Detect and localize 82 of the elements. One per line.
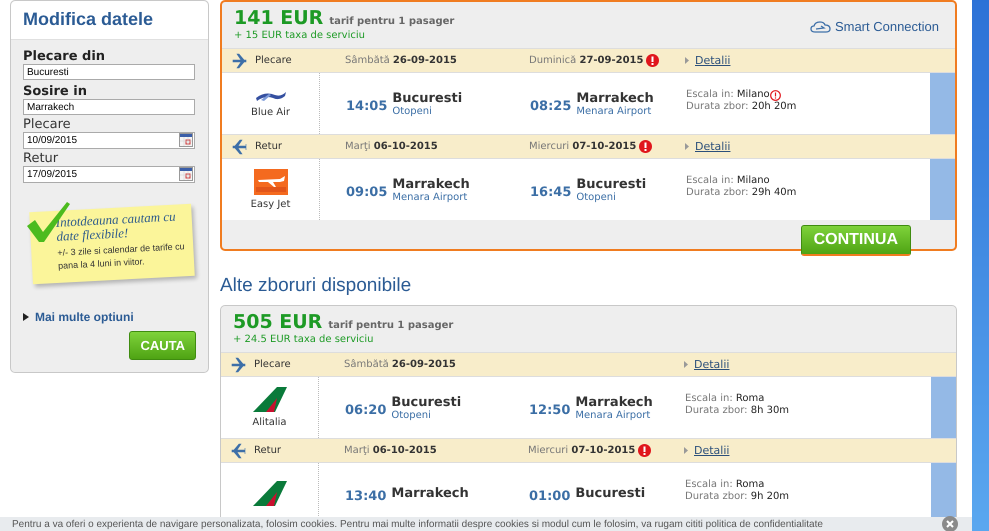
flight-time: 12:50 xyxy=(529,403,570,418)
city-name: Marrakech xyxy=(392,176,470,192)
duration-text: Durata zbor: 9h 20m xyxy=(685,491,790,503)
plane-icon xyxy=(231,442,246,458)
note-text: +/- 3 zile si calendar de tarife cu pana la 4 luni in viitor. xyxy=(57,241,186,273)
triangle-icon xyxy=(684,447,688,454)
departure-date: Marţi 06-10-2015 xyxy=(345,141,438,152)
service-fee: + 15 EUR taxa de serviciu xyxy=(234,30,366,41)
details-link[interactable]: Detalii xyxy=(695,140,730,153)
departure-date: Sâmbătă 26-09-2015 xyxy=(344,359,456,370)
triangle-icon xyxy=(23,313,29,321)
arrival-date: Miercuri 07-10-2015 xyxy=(528,445,636,456)
cookie-notice: Pentru a va oferi o experienta de navigare personalizata, folosim cookies. Pentru mai multe informatii despre cookies si modul cum le folosim, va rugam cititi politica de confidentialitate xyxy=(12,518,823,530)
plane-icon xyxy=(232,138,247,154)
text-field[interactable]: Marrakech xyxy=(23,99,195,115)
arrival-date: Duminică 27-09-2015 xyxy=(529,55,644,66)
calendar-icon xyxy=(179,167,193,181)
plane-icon xyxy=(231,356,246,372)
airline-name: Blue Air xyxy=(250,107,290,118)
airport-name: Otopeni xyxy=(391,410,432,420)
flight-time: 09:05 xyxy=(346,185,388,200)
smart-connection-label: Smart Connection xyxy=(834,19,939,34)
details-link[interactable]: Detalii xyxy=(694,444,730,457)
fare-note: tarif pentru 1 pasager xyxy=(328,320,454,331)
direction-label: Retur xyxy=(254,445,282,456)
details-link[interactable]: Detalii xyxy=(694,358,730,371)
details-link[interactable]: Detalii xyxy=(695,54,730,67)
field-label: Retur xyxy=(23,152,60,166)
calendar-icon xyxy=(179,133,193,147)
airport-name: Otopeni xyxy=(392,106,433,116)
text-field[interactable]: Bucuresti xyxy=(23,64,195,80)
triangle-icon xyxy=(685,57,689,64)
note-headline: Intotdeauna cautam cu date flexibile! xyxy=(55,209,177,244)
city-name: Marrakech xyxy=(576,90,654,106)
direction-label: Retur xyxy=(255,141,282,152)
field-label: Plecare xyxy=(23,118,72,132)
service-fee: + 24.5 EUR taxa de serviciu xyxy=(233,334,375,345)
triangle-icon xyxy=(684,361,688,368)
stopover-text: Escala in: Milano xyxy=(686,89,770,101)
direction-label: Plecare xyxy=(255,55,292,66)
field-label: Sosire in xyxy=(23,85,88,99)
cloud-icon xyxy=(810,20,832,34)
arrival-date: Miercuri 07-10-2015 xyxy=(529,141,636,152)
flight-time: 16:45 xyxy=(530,185,572,200)
more-options-link[interactable]: Mai multe optiuni xyxy=(23,310,196,324)
airline-name: Alitalia xyxy=(252,417,287,428)
city-name: Marrakech xyxy=(575,394,653,410)
city-name: Bucuresti xyxy=(392,90,462,106)
flight-time: 01:00 xyxy=(529,489,570,504)
departure-date: Sâmbătă 26-09-2015 xyxy=(345,55,457,66)
date-field[interactable]: 10/09/2015 xyxy=(23,132,195,149)
stopover-text: Escala in: Milano xyxy=(686,175,770,187)
flight-time: 06:20 xyxy=(345,403,386,418)
plane-icon xyxy=(232,52,247,68)
airport-name: Menara Airport xyxy=(392,192,468,202)
close-icon[interactable] xyxy=(942,516,958,531)
price: 505 EUR xyxy=(233,311,322,333)
flight-time: 14:05 xyxy=(346,99,388,114)
city-name: Bucuresti xyxy=(576,176,646,192)
city-name: Marrakech xyxy=(391,486,469,501)
flight-time: 13:40 xyxy=(345,489,386,504)
stopover-text: Escala in: Roma xyxy=(685,393,764,405)
duration-text: Durata zbor: 8h 30m xyxy=(685,405,790,417)
stopover-text: Escala in: Roma xyxy=(685,479,764,491)
departure-date: Marţi 06-10-2015 xyxy=(344,445,437,456)
airport-name: Menara Airport xyxy=(575,410,652,420)
duration-text: Durata zbor: 29h 40m xyxy=(686,187,798,199)
city-name: Bucuresti xyxy=(575,486,646,501)
sidebar-title: Modifica datele xyxy=(11,1,208,40)
field-label: Plecare din xyxy=(23,50,106,64)
fare-note: tarif pentru 1 pasager xyxy=(329,16,454,27)
duration-text: Durata zbor: 20h 20m xyxy=(686,101,798,113)
section-heading: Alte zboruri disponibile xyxy=(220,275,412,297)
triangle-icon xyxy=(685,143,689,150)
airport-name: Menara Airport xyxy=(576,106,652,116)
airport-name: Otopeni xyxy=(576,192,617,202)
city-name: Bucuresti xyxy=(391,394,462,410)
flight-time: 08:25 xyxy=(530,99,572,114)
airline-name: Easy Jet xyxy=(250,199,290,210)
date-field[interactable]: 17/09/2015 xyxy=(23,166,195,183)
price: 141 EUR xyxy=(234,7,324,29)
direction-label: Plecare xyxy=(254,359,291,370)
